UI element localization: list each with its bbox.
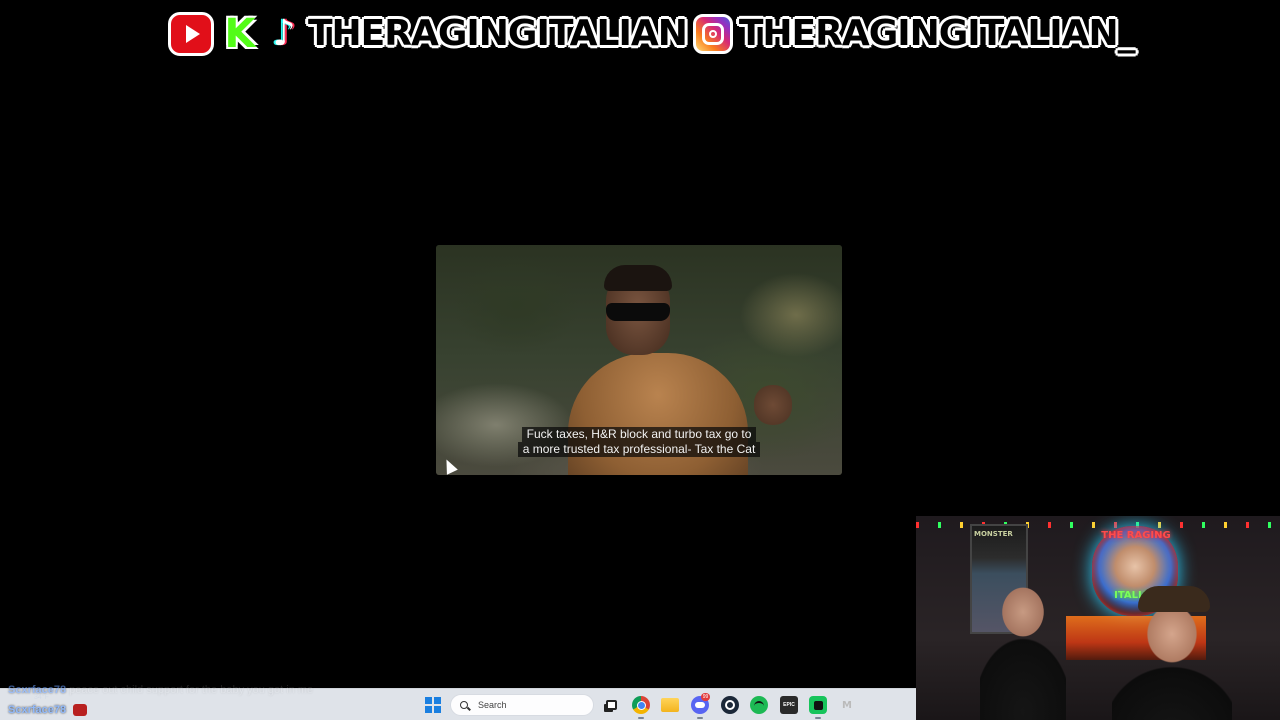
green-app-icon[interactable] (809, 696, 827, 714)
chrome-icon[interactable] (632, 696, 650, 714)
webcam-person-right-hair (1138, 586, 1210, 612)
green-app-active-indicator (815, 717, 821, 719)
webcam-overlay: MONSTER THE RAGING ITALIAN (916, 516, 1280, 720)
webcam-person-left (980, 572, 1066, 720)
file-explorer-icon[interactable] (661, 698, 679, 712)
steam-icon[interactable] (721, 696, 739, 714)
kick-icon: K (220, 12, 260, 56)
weather-widget: 34°F (34, 694, 49, 701)
discord-active-indicator (697, 717, 703, 719)
youtube-icon (168, 12, 214, 56)
search-placeholder: Search (478, 700, 507, 710)
search-icon (460, 701, 468, 709)
extra-app-label: M (842, 699, 852, 711)
subtitle-line-1: Fuck taxes, H&R block and turbo tax go t… (521, 427, 757, 442)
chat-username-2: Scxrface78 (8, 704, 67, 716)
task-view-icon[interactable] (602, 696, 620, 714)
chat-emote-icon (73, 704, 88, 717)
sunglasses (606, 303, 670, 321)
video-person-hand (754, 385, 792, 425)
video-subtitles: Fuck taxes, H&R block and turbo tax go t… (436, 427, 842, 457)
subtitle-line-2: a more trusted tax professional- Tax the… (517, 442, 761, 457)
extra-app-icon[interactable]: M (838, 696, 856, 714)
discord-notification-badge: 99 (701, 693, 710, 701)
chat-message-2: Scxrface78 (8, 704, 88, 717)
social-banner: K ♪ THERAGINGITALIAN THERAGINGITALIAN_ (168, 8, 1136, 60)
spotify-icon[interactable] (750, 696, 768, 714)
tiktok-icon: ♪ (266, 12, 302, 56)
chrome-active-indicator (638, 717, 644, 719)
chat-message-1: Scxrface78 peace out child support for t… (8, 684, 313, 696)
stream-frame: K ♪ THERAGINGITALIAN THERAGINGITALIAN_ F… (0, 0, 1280, 720)
neon-sign-top-text: THE RAGING (1101, 530, 1171, 541)
windows-start-icon[interactable] (425, 697, 441, 713)
handle-primary: THERAGINGITALIAN (308, 13, 688, 54)
epic-games-icon[interactable]: EPIC (780, 696, 798, 714)
taskbar-search[interactable]: Search (450, 694, 594, 716)
handle-instagram: THERAGINGITALIAN_ (738, 13, 1136, 54)
chat-text-1: peace out child support for the baby you… (69, 684, 314, 696)
tiktok-glyph: ♪ (272, 13, 296, 54)
epic-label: EPIC (783, 702, 795, 708)
kick-letter: K (224, 11, 256, 57)
video-person-hair (604, 265, 672, 291)
video-player[interactable]: Fuck taxes, H&R block and turbo tax go t… (436, 245, 842, 475)
instagram-icon (692, 14, 733, 54)
fridge-label: MONSTER (974, 530, 1013, 538)
